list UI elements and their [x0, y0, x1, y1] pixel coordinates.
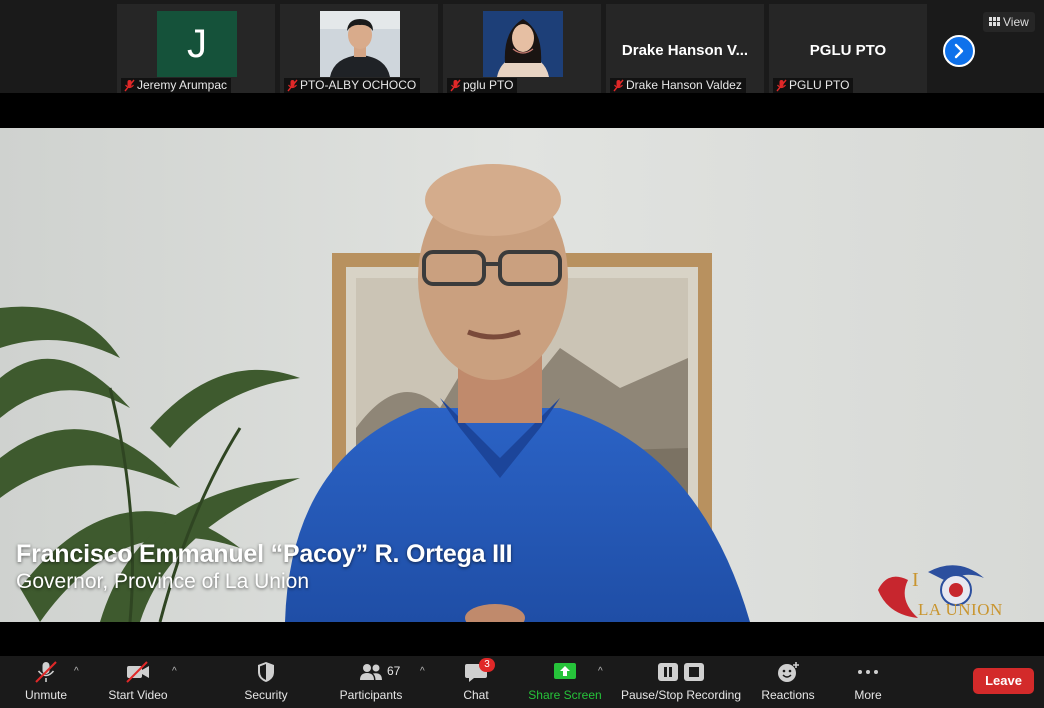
participant-name-label: Jeremy Arumpac [121, 78, 232, 93]
video-options-caret[interactable]: ^ [172, 666, 182, 677]
active-speaker-video: Francisco Emmanuel “Pacoy” R. Ortega III… [0, 128, 1044, 622]
recording-label: Pause/Stop Recording [620, 688, 742, 702]
meeting-toolbar: Unmute ^ Start Video ^ Security Particip… [0, 656, 1044, 708]
participant-name-label: PGLU PTO [773, 78, 854, 93]
participant-filmstrip: ✋ J Jeremy Arumpac [0, 0, 1044, 93]
participant-name-label: pglu PTO [447, 78, 518, 93]
reactions-label: Reactions [761, 688, 815, 702]
mic-muted-icon [124, 79, 135, 92]
reactions-button[interactable]: Reactions [758, 656, 818, 708]
participant-name: pglu PTO [463, 78, 514, 92]
speaker-name-caption: Francisco Emmanuel “Pacoy” R. Ortega III [16, 540, 513, 568]
start-video-label: Start Video [108, 688, 168, 702]
participant-name: PGLU PTO [789, 78, 850, 92]
more-label: More [854, 688, 882, 702]
participant-display-name: PGLU PTO [809, 42, 887, 59]
view-label: View [1003, 15, 1029, 29]
participant-tile-jeremy[interactable]: J Jeremy Arumpac [117, 4, 275, 93]
la-union-logo: I LA UNION [868, 560, 1018, 622]
mic-muted-icon [776, 79, 787, 92]
chevron-right-icon [954, 43, 964, 59]
chat-label: Chat [463, 688, 489, 702]
share-screen-label: Share Screen [528, 688, 602, 702]
video-off-icon [126, 661, 149, 683]
participant-name-label: Drake Hanson Valdez [610, 78, 746, 93]
pause-stop-recording-icon [658, 663, 704, 681]
avatar: J [157, 11, 237, 77]
more-button[interactable]: More [844, 656, 892, 708]
participant-tile-pglu-pto[interactable]: pglu PTO [443, 4, 601, 93]
participant-name: Jeremy Arumpac [137, 78, 228, 92]
next-page-button[interactable] [943, 35, 975, 67]
chat-unread-badge: 3 [479, 658, 495, 672]
mic-muted-icon [35, 661, 57, 683]
view-button[interactable]: View [983, 12, 1035, 32]
la-union-logo-text: LA UNION [918, 600, 1003, 619]
share-options-caret[interactable]: ^ [598, 666, 608, 677]
share-screen-icon [554, 663, 576, 679]
participant-name-label: PTO-ALBY OCHOCO [284, 78, 421, 93]
unmute-button[interactable]: Unmute [18, 656, 74, 708]
start-video-button[interactable]: Start Video [104, 656, 172, 708]
participant-video-thumbnail [320, 11, 400, 77]
leave-button[interactable]: Leave [973, 668, 1034, 694]
mic-muted-icon [287, 79, 298, 92]
ellipsis-icon [858, 670, 878, 674]
participant-tile-pglu-pto-2[interactable]: PGLU PTO PGLU PTO [769, 4, 927, 93]
participant-name: Drake Hanson Valdez [626, 78, 742, 92]
share-screen-button[interactable]: Share Screen [526, 656, 604, 708]
participant-display-name: Drake Hanson V... [621, 42, 749, 59]
participants-label: Participants [339, 688, 403, 702]
speaker-title-caption: Governor, Province of La Union [16, 570, 309, 593]
pause-stop-recording-button[interactable]: Pause/Stop Recording [618, 656, 744, 708]
reactions-icon [778, 662, 799, 682]
participant-count: 67 [387, 664, 401, 678]
svg-text:I: I [912, 569, 919, 591]
participants-icon [360, 664, 382, 680]
participant-video-thumbnail [483, 11, 563, 77]
shield-icon [258, 662, 274, 682]
unmute-label: Unmute [24, 688, 68, 702]
participant-tile-drake[interactable]: Drake Hanson V... Drake Hanson Valdez [606, 4, 764, 93]
grid-view-icon [989, 17, 1000, 26]
participant-tile-alby[interactable]: PTO-ALBY OCHOCO [280, 4, 438, 93]
mic-muted-icon [450, 79, 461, 92]
participants-options-caret[interactable]: ^ [420, 666, 430, 677]
audio-options-caret[interactable]: ^ [74, 666, 84, 677]
security-button[interactable]: Security [236, 656, 296, 708]
participant-name: PTO-ALBY OCHOCO [300, 78, 417, 92]
mic-muted-icon [613, 79, 624, 92]
security-label: Security [244, 688, 288, 702]
